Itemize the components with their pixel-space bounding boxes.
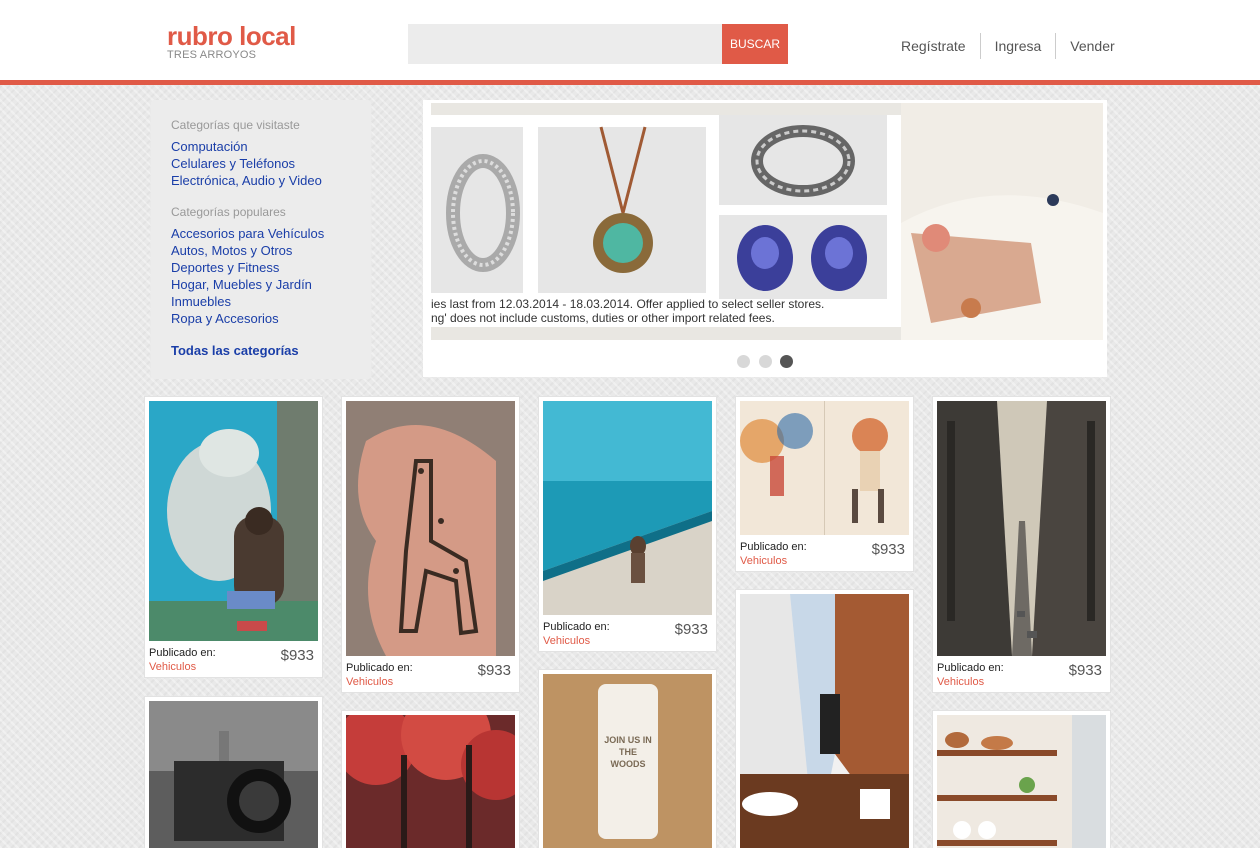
category-link-electronica[interactable]: Electrónica, Audio y Video xyxy=(171,172,351,189)
giraffe-hand-illustration xyxy=(346,401,515,656)
category-link-inmuebles[interactable]: Inmuebles xyxy=(171,293,351,310)
search-button[interactable]: BUSCAR xyxy=(722,24,788,64)
pool-woman-image[interactable] xyxy=(543,401,712,615)
banner-slide[interactable]: ies last from 12.03.2014 - 18.03.2014. O… xyxy=(431,103,1103,340)
banner-caption-line-1: ies last from 12.03.2014 - 18.03.2014. O… xyxy=(431,297,825,311)
join-us-woods-image[interactable]: JOIN US IN THE WOODS xyxy=(543,674,712,848)
city-street-illustration xyxy=(937,401,1106,656)
category-link-hogar[interactable]: Hogar, Muebles y Jardín xyxy=(171,276,351,293)
bathroom-illustration xyxy=(740,594,909,848)
kitchen-shelves-image[interactable] xyxy=(937,715,1106,848)
product-card[interactable]: Publicado en: Vehiculos $933 xyxy=(145,397,322,677)
giraffe-hand-image[interactable] xyxy=(346,401,515,656)
top-nav: Regístrate Ingresa Vender xyxy=(887,33,1129,59)
camera-house-illustration xyxy=(149,701,318,848)
red-forest-illustration xyxy=(346,715,515,848)
price: $933 xyxy=(674,621,708,638)
product-card[interactable] xyxy=(145,697,322,848)
polar-bear-illustration xyxy=(149,401,318,641)
popular-heading: Categorías populares xyxy=(171,205,286,219)
register-link[interactable]: Regístrate xyxy=(887,33,980,59)
product-card[interactable] xyxy=(342,711,519,848)
banner-carousel[interactable]: ies last from 12.03.2014 - 18.03.2014. O… xyxy=(423,100,1107,377)
red-forest-image[interactable] xyxy=(346,715,515,848)
carousel-dots xyxy=(423,355,1107,373)
price: $933 xyxy=(280,647,314,664)
product-card[interactable]: JOIN US IN THE WOODS xyxy=(539,670,716,848)
banner-caption: ies last from 12.03.2014 - 18.03.2014. O… xyxy=(431,297,901,325)
banner-caption-line-2: ng' does not include customs, duties or … xyxy=(431,311,775,325)
carousel-dot-1[interactable] xyxy=(737,355,751,368)
camera-house-image[interactable] xyxy=(149,701,318,848)
header-divider xyxy=(0,80,1260,85)
sell-link[interactable]: Vender xyxy=(1055,33,1128,59)
city-street-image[interactable] xyxy=(937,401,1106,656)
pool-woman-illustration xyxy=(543,401,712,615)
product-card[interactable]: Publicado en: Vehiculos $933 xyxy=(736,397,913,571)
price: $933 xyxy=(477,662,511,679)
watercolor-illustration xyxy=(740,401,909,535)
category-link-autos[interactable]: Autos, Motos y Otros xyxy=(171,242,351,259)
visited-heading: Categorías que visitaste xyxy=(171,118,300,132)
header: rubro local TRES ARROYOS BUSCAR Regístra… xyxy=(0,0,1260,80)
polar-bear-image[interactable] xyxy=(149,401,318,641)
product-card[interactable]: Publicado en: Vehiculos $933 xyxy=(539,397,716,651)
category-link-accesorios-vehiculos[interactable]: Accesorios para Vehículos xyxy=(171,225,351,242)
logo-title: rubro local xyxy=(167,21,296,51)
carousel-dot-2[interactable] xyxy=(758,355,772,368)
carousel-dot-3[interactable] xyxy=(779,355,793,368)
product-card[interactable] xyxy=(933,711,1110,848)
product-card[interactable]: Publicado en: Vehiculos $933 xyxy=(933,397,1110,692)
product-card[interactable]: Publicado en: Vehiculos $933 xyxy=(342,397,519,692)
bathroom-image[interactable] xyxy=(740,594,909,848)
search-input[interactable] xyxy=(408,24,722,64)
category-link-deportes[interactable]: Deportes y Fitness xyxy=(171,259,351,276)
logo[interactable]: rubro local TRES ARROYOS xyxy=(167,22,296,61)
category-link-ropa[interactable]: Ropa y Accesorios xyxy=(171,310,351,327)
category-sidebar: Categorías que visitaste Computación Cel… xyxy=(151,100,371,379)
category-link-celulares[interactable]: Celulares y Teléfonos xyxy=(171,155,351,172)
invitation-text: JOIN US IN THE WOODS xyxy=(604,735,652,769)
illustration-image[interactable] xyxy=(740,401,909,535)
product-card[interactable] xyxy=(736,590,913,848)
kitchen-shelves-illustration xyxy=(937,715,1106,848)
price: $933 xyxy=(871,541,905,558)
all-categories-link[interactable]: Todas las categorías xyxy=(171,343,351,358)
category-link-computacion[interactable]: Computación xyxy=(171,138,351,155)
price: $933 xyxy=(1068,662,1102,679)
login-link[interactable]: Ingresa xyxy=(979,33,1056,59)
